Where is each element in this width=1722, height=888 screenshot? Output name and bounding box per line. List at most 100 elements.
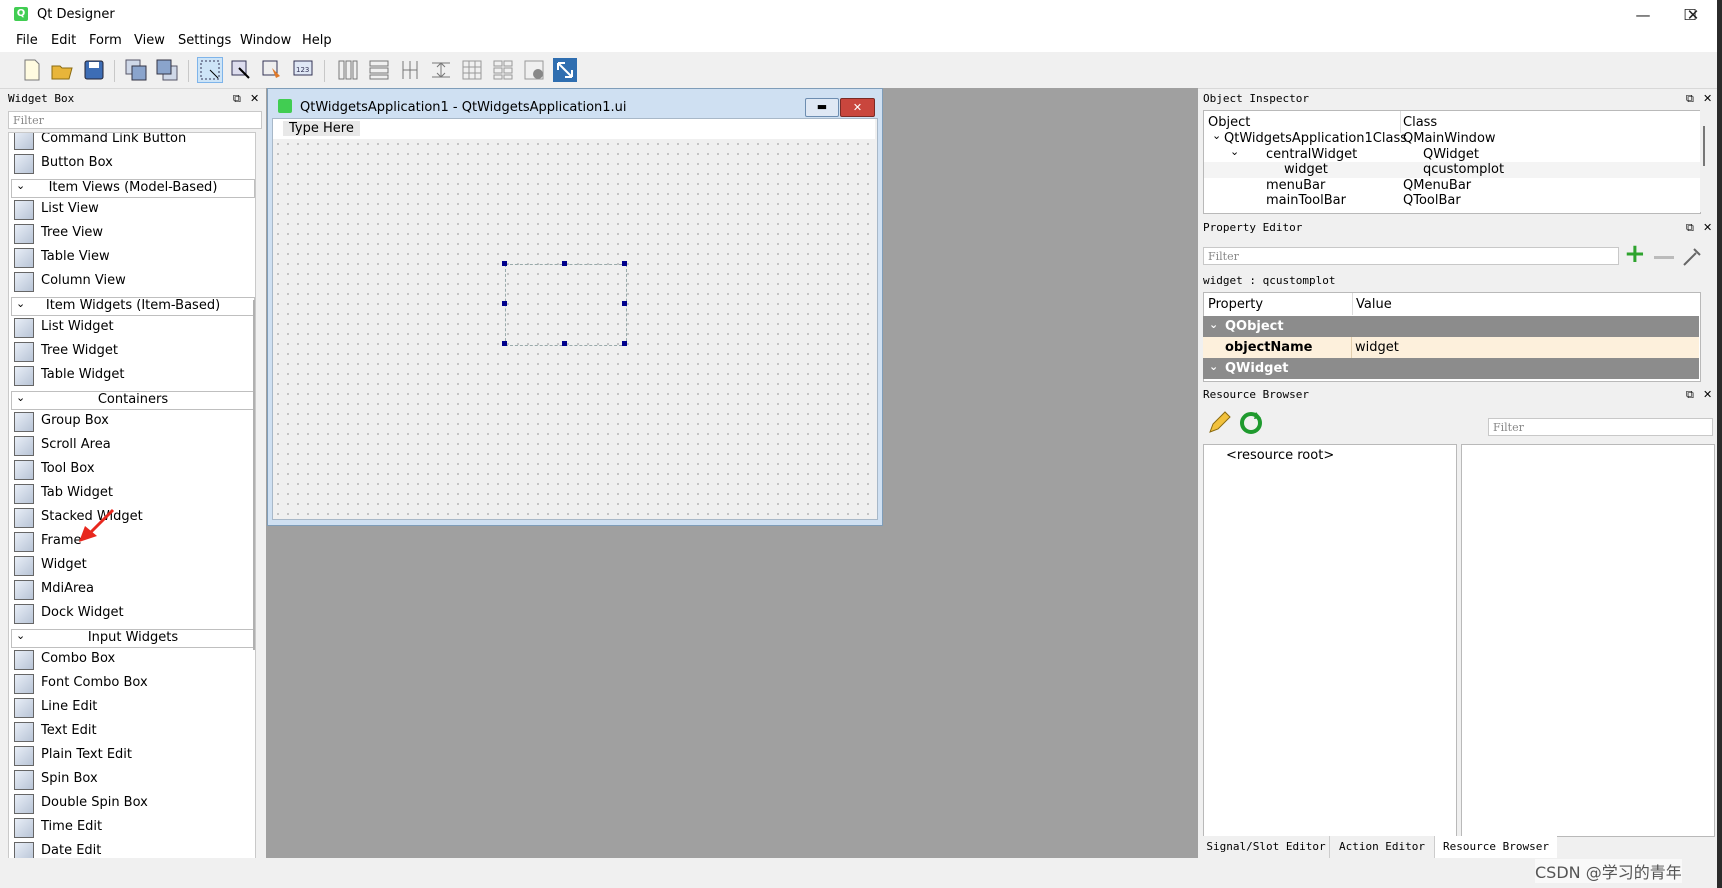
resize-handle[interactable]: [562, 341, 567, 346]
float-icon[interactable]: ⧉: [1686, 92, 1694, 106]
widget-box-item[interactable]: Dock Widget: [9, 601, 249, 625]
menu-edit[interactable]: Edit: [51, 33, 76, 48]
close-icon[interactable]: ✕: [250, 92, 259, 105]
object-tree-row[interactable]: ⌄ centralWidget QWidget: [1204, 145, 1700, 163]
widget-category-header[interactable]: ⌄ Item Widgets (Item-Based): [11, 297, 255, 316]
lay-out-vertically-icon[interactable]: [367, 58, 391, 82]
widget-box-item[interactable]: List Widget: [9, 315, 249, 339]
resource-root-item[interactable]: <resource root>: [1226, 448, 1334, 463]
resize-handle[interactable]: [622, 261, 627, 266]
lay-out-grid-icon[interactable]: [460, 58, 484, 82]
widget-box-item[interactable]: Table Widget: [9, 363, 249, 387]
widget-box-item[interactable]: Time Edit: [9, 815, 249, 839]
float-icon[interactable]: ⧉: [1686, 388, 1694, 402]
widget-box-item[interactable]: Stacked Widget: [9, 505, 249, 529]
edit-resources-icon[interactable]: [1206, 410, 1232, 436]
scrollbar[interactable]: [253, 300, 255, 650]
type-here-menu[interactable]: Type Here: [283, 121, 360, 136]
configure-icon[interactable]: [1680, 245, 1704, 269]
send-to-back-icon[interactable]: [155, 58, 179, 82]
lay-out-form-icon[interactable]: [491, 58, 515, 82]
bring-to-front-icon[interactable]: [124, 58, 148, 82]
form-close-button[interactable]: ✕: [840, 98, 875, 117]
property-group-qwidget[interactable]: ⌄ QWidget: [1203, 358, 1699, 379]
property-group-qobject[interactable]: ⌄ QObject: [1203, 316, 1699, 337]
edit-tab-order-icon[interactable]: 123: [291, 58, 315, 82]
widget-box-item[interactable]: Table View: [9, 245, 249, 269]
widget-category-header[interactable]: ⌄ Containers: [11, 391, 255, 410]
widget-box-item[interactable]: Widget: [9, 553, 249, 577]
tab-action-editor[interactable]: Action Editor: [1330, 836, 1435, 858]
tab-resource-browser[interactable]: Resource Browser: [1435, 836, 1557, 858]
object-tree-row[interactable]: menuBar QMenuBar: [1204, 178, 1700, 194]
close-icon[interactable]: ✕: [1703, 92, 1712, 105]
widget-box-item[interactable]: Spin Box: [9, 767, 249, 791]
widget-box-item[interactable]: Scroll Area: [9, 433, 249, 457]
resize-handle[interactable]: [502, 301, 507, 306]
object-tree-row[interactable]: widget qcustomplot: [1204, 162, 1700, 178]
resize-handle[interactable]: [502, 341, 507, 346]
objectname-value[interactable]: widget: [1355, 340, 1399, 355]
widget-box-item[interactable]: Tree Widget: [9, 339, 249, 363]
object-tree-row[interactable]: ⌄ QtWidgetsApplication1Class QMainWindow: [1204, 129, 1700, 147]
edit-widgets-icon[interactable]: [197, 57, 223, 83]
widget-category-header[interactable]: ⌄ Input Widgets: [11, 629, 255, 648]
widget-box-item[interactable]: Double Spin Box: [9, 791, 249, 815]
widget-box-item[interactable]: Text Edit: [9, 719, 249, 743]
object-tree-row[interactable]: mainToolBar QToolBar: [1204, 193, 1700, 209]
widget-box-item[interactable]: Column View: [9, 269, 249, 293]
menu-help[interactable]: Help: [302, 33, 332, 48]
scrollbar[interactable]: [1700, 110, 1708, 212]
edit-buddies-icon[interactable]: [260, 58, 284, 82]
reload-icon[interactable]: [1238, 410, 1264, 436]
break-layout-icon[interactable]: [522, 58, 546, 82]
resize-handle[interactable]: [502, 261, 507, 266]
adjust-size-icon[interactable]: [553, 58, 577, 82]
widget-box-item[interactable]: Plain Text Edit: [9, 743, 249, 767]
menu-file[interactable]: File: [16, 33, 38, 48]
menu-view[interactable]: View: [134, 33, 165, 48]
lay-out-horizontal-splitter-icon[interactable]: [398, 58, 422, 82]
resize-handle[interactable]: [622, 301, 627, 306]
widget-box-item[interactable]: Combo Box: [9, 647, 249, 671]
widget-box-item[interactable]: Font Combo Box: [9, 671, 249, 695]
widget-box-item[interactable]: Frame: [9, 529, 249, 553]
form-menu-bar[interactable]: Type Here: [273, 119, 875, 139]
widget-box-item[interactable]: Command Link Button: [9, 133, 249, 151]
add-property-icon[interactable]: +: [1624, 241, 1646, 267]
close-icon[interactable]: ✕: [1703, 221, 1712, 234]
widget-box-item[interactable]: Tree View: [9, 221, 249, 245]
menu-settings[interactable]: Settings: [178, 33, 231, 48]
widget-category-header[interactable]: ⌄ Item Views (Model-Based): [11, 179, 255, 198]
widget-box-filter[interactable]: Filter: [8, 111, 262, 129]
widget-box-item[interactable]: Tab Widget: [9, 481, 249, 505]
open-form-icon[interactable]: [50, 58, 74, 82]
widget-box-item[interactable]: Tool Box: [9, 457, 249, 481]
remove-property-icon[interactable]: [1654, 256, 1674, 259]
widget-box-item[interactable]: MdiArea: [9, 577, 249, 601]
expand-chevron-icon[interactable]: ⌄: [1230, 145, 1239, 158]
float-icon[interactable]: ⧉: [233, 92, 241, 106]
menu-window[interactable]: Window: [240, 33, 291, 48]
widget-box-item[interactable]: Line Edit: [9, 695, 249, 719]
menu-form[interactable]: Form: [89, 33, 122, 48]
expand-chevron-icon[interactable]: ⌄: [1212, 129, 1221, 142]
resize-handle[interactable]: [562, 261, 567, 266]
new-form-icon[interactable]: [20, 58, 44, 82]
lay-out-vertical-splitter-icon[interactable]: [429, 58, 453, 82]
minimize-button[interactable]: —: [1620, 0, 1666, 30]
selected-qcustomplot-widget[interactable]: [505, 264, 627, 346]
widget-box-item[interactable]: Group Box: [9, 409, 249, 433]
tab-signal-slot-editor[interactable]: Signal/Slot Editor: [1203, 836, 1330, 858]
property-filter[interactable]: Filter: [1203, 247, 1619, 265]
resource-filter[interactable]: Filter: [1488, 418, 1713, 436]
form-minimize-button[interactable]: ▬: [805, 98, 839, 117]
widget-box-item[interactable]: List View: [9, 197, 249, 221]
widget-box-item[interactable]: Date Edit: [9, 839, 249, 858]
resize-handle[interactable]: [622, 341, 627, 346]
close-button[interactable]: ✕: [1669, 0, 1717, 30]
close-icon[interactable]: ✕: [1703, 388, 1712, 401]
save-form-icon[interactable]: [82, 58, 106, 82]
widget-box-item[interactable]: Button Box: [9, 151, 249, 175]
float-icon[interactable]: ⧉: [1686, 221, 1694, 235]
